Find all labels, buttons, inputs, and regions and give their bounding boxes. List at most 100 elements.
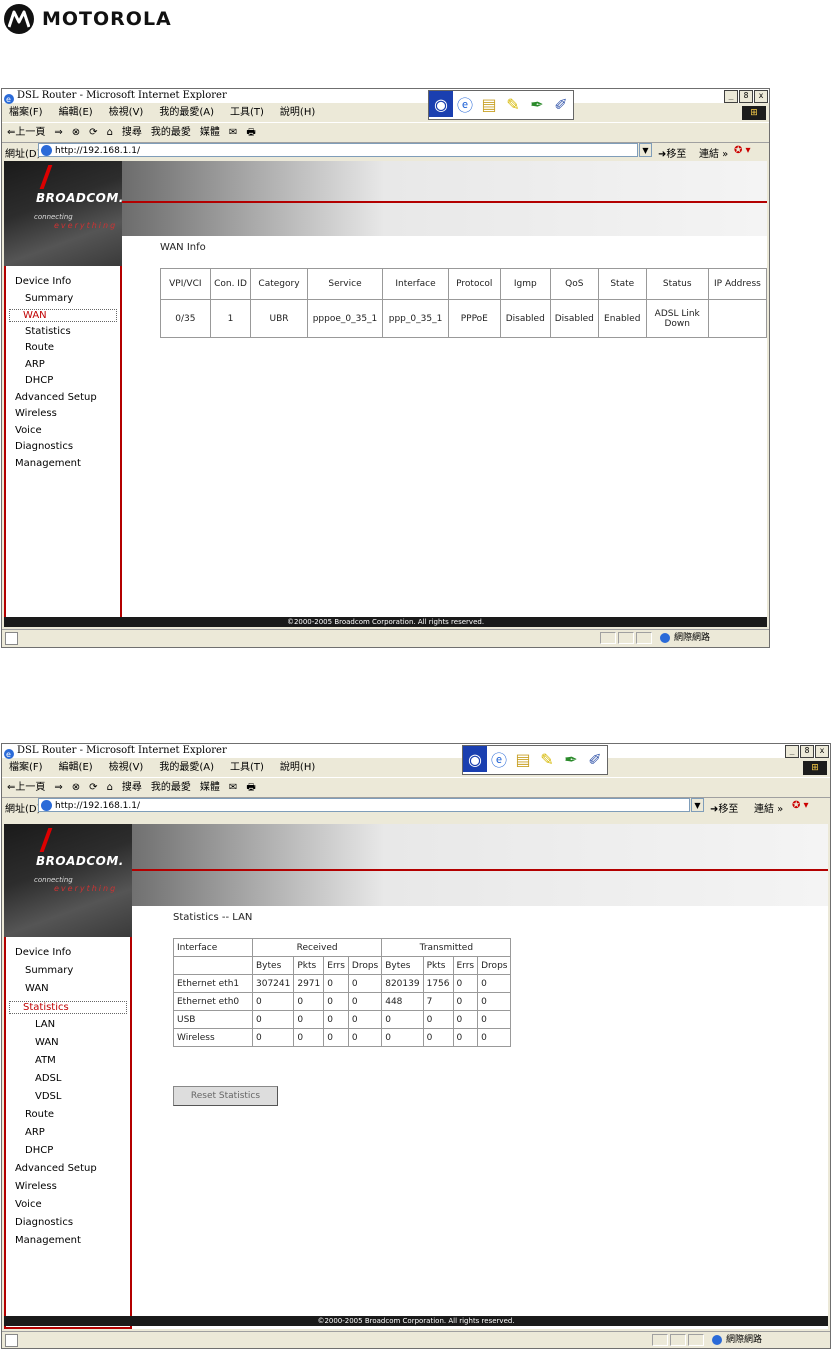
home-button[interactable]: ⌂ [107, 782, 113, 793]
forward-button[interactable]: ⇒ [54, 127, 62, 138]
forward-button[interactable]: ⇒ [54, 782, 62, 793]
sidebar-item-wan[interactable]: WAN [25, 983, 49, 994]
wan-header-cell: Service [306, 268, 384, 300]
address-input[interactable]: http://192.168.1.1/ [38, 143, 638, 157]
sidebar-item-wireless[interactable]: Wireless [15, 1181, 57, 1192]
close-button[interactable]: x [754, 90, 768, 103]
stat-value-cell: 0 [422, 1028, 454, 1047]
back-button[interactable]: ⇐上一頁 [7, 782, 45, 793]
sidebar-item-route[interactable]: Route [25, 342, 54, 353]
sidebar-item-advanced-setup[interactable]: Advanced Setup [15, 392, 97, 403]
mail-button[interactable]: ✉ [229, 782, 237, 793]
favorites-button[interactable]: 我的最愛 [151, 782, 191, 793]
sidebar-item-statistics[interactable]: Statistics [25, 326, 71, 337]
stat-interface-cell: Ethernet eth0 [173, 992, 253, 1011]
sidebar-item-wireless[interactable]: Wireless [15, 408, 57, 419]
window-title: DSL Router - Microsoft Internet Explorer [17, 745, 227, 756]
wan-header-cell: Category [250, 268, 308, 300]
reset-statistics-button[interactable]: Reset Statistics [173, 1086, 278, 1106]
address-input[interactable]: http://192.168.1.1/ [38, 798, 690, 812]
sidebar-item-voice[interactable]: Voice [15, 425, 42, 436]
media-button[interactable]: 媒體 [200, 127, 220, 138]
stop-button[interactable]: ⊗ [72, 782, 80, 793]
sidebar-item-atm[interactable]: ATM [35, 1055, 56, 1066]
sidebar-item-arp[interactable]: ARP [25, 359, 45, 370]
go-button[interactable]: ➜移至 [658, 145, 686, 160]
sidebar-item-voice[interactable]: Voice [15, 1199, 42, 1210]
menu-help[interactable]: 說明(H) [280, 762, 315, 773]
sidebar-item-device-info[interactable]: Device Info [15, 947, 71, 958]
favorites-button[interactable]: 我的最愛 [151, 127, 191, 138]
links-button[interactable]: 連結 » [699, 145, 728, 160]
sidebar-item-diagnostics[interactable]: Diagnostics [15, 441, 73, 452]
search-button[interactable]: 搜尋 [122, 127, 142, 138]
close-button[interactable]: x [815, 745, 829, 758]
motorola-batwing-icon [4, 4, 34, 34]
sidebar-item-dhcp[interactable]: DHCP [25, 375, 53, 386]
menu-help[interactable]: 說明(H) [280, 107, 315, 118]
menu-favorites[interactable]: 我的最愛(A) [159, 762, 214, 773]
stat-value-cell: 0 [323, 974, 349, 993]
menu-view[interactable]: 檢視(V) [109, 107, 144, 118]
sidebar-item-advanced-setup[interactable]: Advanced Setup [15, 1163, 97, 1174]
search-button[interactable]: 搜尋 [122, 782, 142, 793]
sidebar-item-wan[interactable]: WAN [9, 309, 117, 322]
page-icon [41, 145, 52, 156]
stat-value-cell: 0 [477, 974, 512, 993]
refresh-button[interactable]: ⟳ [89, 127, 97, 138]
print-button[interactable]: 🖶 [246, 127, 255, 138]
stat-value-cell: 0 [251, 1010, 295, 1029]
sidebar: Device Info Summary WAN Statistics LAN WAN ATM… [4, 937, 132, 1329]
menu-tools[interactable]: 工具(T) [230, 762, 264, 773]
menu-edit[interactable]: 編輯(E) [59, 107, 93, 118]
menu-favorites[interactable]: 我的最愛(A) [159, 107, 214, 118]
sidebar-item-management[interactable]: Management [15, 1235, 81, 1246]
wan-header-cell: Status [645, 268, 709, 300]
sidebar-item-dhcp[interactable]: DHCP [25, 1145, 53, 1156]
browser-toolbar: ⇐上一頁 ⇒ ⊗ ⟳ ⌂ 搜尋 我的最愛 媒體 ✉ 🖶 [2, 777, 830, 798]
home-button[interactable]: ⌂ [107, 127, 113, 138]
sidebar-item-device-info[interactable]: Device Info [15, 276, 71, 287]
refresh-button[interactable]: ⟳ [89, 782, 97, 793]
sidebar-item-management[interactable]: Management [15, 458, 81, 469]
menu-tools[interactable]: 工具(T) [230, 107, 264, 118]
address-bar: 網址(D) http://192.168.1.1/ ▼ ➜移至 連結 » ✪ ▾ [2, 797, 830, 815]
sidebar-item-route[interactable]: Route [25, 1109, 54, 1120]
maximize-button[interactable]: 8 [800, 745, 814, 758]
minimize-button[interactable]: _ [724, 90, 738, 103]
menu-file[interactable]: 檔案(F) [9, 107, 43, 118]
sidebar-item-lan[interactable]: LAN [35, 1019, 55, 1030]
stop-button[interactable]: ⊗ [72, 127, 80, 138]
sidebar-item-summary[interactable]: Summary [25, 965, 73, 976]
stat-value-cell: 0 [452, 974, 479, 993]
stat-value-cell: 0 [477, 1028, 512, 1047]
menu-edit[interactable]: 編輯(E) [59, 762, 93, 773]
maximize-button[interactable]: 8 [739, 90, 753, 103]
media-button[interactable]: 媒體 [200, 782, 220, 793]
mail-button[interactable]: ✉ [229, 127, 237, 138]
sidebar-item-arp[interactable]: ARP [25, 1127, 45, 1138]
sidebar-item-diagnostics[interactable]: Diagnostics [15, 1217, 73, 1228]
sidebar-item-adsl[interactable]: ADSL [35, 1073, 61, 1084]
stat-value-cell: 448 [381, 992, 424, 1011]
go-button[interactable]: ➜移至 [710, 800, 738, 815]
sidebar-item-wan[interactable]: WAN [35, 1037, 59, 1048]
back-button[interactable]: ⇐上一頁 [7, 127, 45, 138]
menu-view[interactable]: 檢視(V) [109, 762, 144, 773]
links-button[interactable]: 連結 » [754, 800, 783, 815]
sidebar-item-statistics[interactable]: Statistics [9, 1001, 127, 1014]
content-area: WAN Info VPI/VCI Con. ID Category Service In… [122, 236, 767, 627]
page-icon [41, 800, 52, 811]
page-status-icon [5, 632, 18, 645]
print-button[interactable]: 🖶 [246, 782, 255, 793]
sidebar-item-vdsl[interactable]: VDSL [35, 1091, 61, 1102]
menu-file[interactable]: 檔案(F) [9, 762, 43, 773]
stat-subheader-cell: Drops [477, 956, 512, 975]
address-dropdown[interactable]: ▼ [639, 143, 652, 157]
toolbar-extra-icon[interactable]: ✪ ▾ [734, 145, 751, 156]
address-dropdown[interactable]: ▼ [691, 798, 704, 812]
minimize-button[interactable]: _ [785, 745, 799, 758]
sidebar-item-summary[interactable]: Summary [25, 293, 73, 304]
stat-value-cell: 0 [452, 1028, 479, 1047]
toolbar-extra-icon[interactable]: ✪ ▾ [792, 800, 809, 811]
